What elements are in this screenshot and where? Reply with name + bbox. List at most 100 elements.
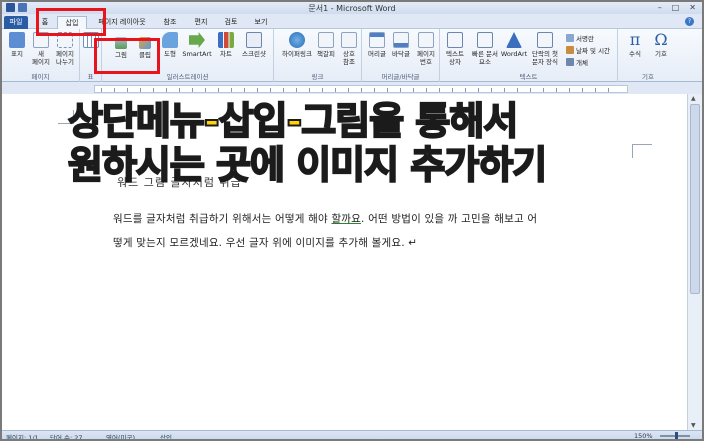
doc-paragraph[interactable]: 워드를 글자처럼 취급하기 위해서는 어떻게 해야 할까요. 어떤 방법이 있을… (113, 207, 638, 255)
highlight-picture-button (94, 38, 160, 74)
blank-page-button[interactable]: 새 페이지 (30, 32, 52, 66)
scroll-thumb[interactable] (690, 104, 700, 294)
footer-icon (393, 32, 409, 48)
ruler-tick (257, 88, 258, 92)
date-time-button[interactable]: 날짜 및 시간 (566, 45, 610, 55)
screenshot-button[interactable]: 스크린샷 (238, 32, 270, 58)
object-label: 개체 (576, 59, 588, 67)
hyperlink-label: 하이퍼링크 (282, 50, 312, 58)
screenshot-label: 스크린샷 (242, 50, 266, 58)
smartart-button[interactable]: SmartArt (182, 32, 212, 58)
shapes-label: 도형 (164, 50, 176, 58)
bookmark-button[interactable]: 책갈피 (314, 32, 338, 58)
ruler-tick (543, 88, 544, 92)
ruler-tick (478, 88, 479, 92)
cross-reference-button[interactable]: 상호 참조 (338, 32, 360, 66)
cover-page-icon (9, 32, 25, 48)
page-number-label-1: 페이지 (417, 50, 435, 58)
zoom-slider-handle[interactable] (675, 432, 678, 439)
smartart-icon (189, 32, 205, 48)
text-box-icon (447, 32, 463, 48)
ruler-tick (426, 88, 427, 92)
ruler-tick (140, 88, 141, 92)
blank-page-label-1: 새 (38, 50, 44, 58)
quick-parts-icon (477, 32, 493, 48)
ruler-tick (296, 88, 297, 92)
header-button[interactable]: 머리글 (366, 32, 388, 58)
ruler-tick (348, 88, 349, 92)
text-box-button[interactable]: 텍스트 상자 (442, 32, 468, 66)
screenshot-icon (246, 32, 262, 48)
status-insert-mode[interactable]: 삽입 (160, 432, 172, 439)
ruler-tick (400, 88, 401, 92)
tab-references[interactable]: 참조 (157, 16, 183, 29)
page-number-label-2: 번호 (420, 58, 432, 66)
equation-button[interactable]: π 수식 (624, 30, 646, 59)
document-page[interactable]: 워드 그림 글자처럼 취급 워드를 글자처럼 취급하기 위해서는 어떻게 해야 … (2, 94, 687, 430)
ribbon-tab-bar: 파일 홈 삽입 페이지 레이아웃 참조 편지 검토 보기 ? (2, 14, 702, 29)
signature-line-button[interactable]: 서명란 (566, 33, 594, 43)
ruler-tick (491, 88, 492, 92)
symbol-label: 기호 (655, 50, 667, 58)
tab-review[interactable]: 검토 (218, 16, 244, 29)
ruler-tick (504, 88, 505, 92)
pi-icon: π (629, 30, 641, 49)
word-window: 문서1 - Microsoft Word – □ ✕ 파일 홈 삽입 페이지 레… (0, 0, 704, 441)
tab-view[interactable]: 보기 (248, 16, 274, 29)
group-pages: 표지 새 페이지 페이지 나누기 페이지 (2, 29, 80, 82)
cover-page-button[interactable]: 표지 (6, 32, 28, 58)
window-controls: – □ ✕ (658, 3, 696, 12)
page-number-icon (418, 32, 434, 48)
group-links: 하이퍼링크 책갈피 상호 참조 링크 (274, 29, 362, 82)
horizontal-ruler[interactable] (2, 83, 702, 94)
minimize-button[interactable]: – (658, 3, 662, 12)
drop-cap-label-2: 문자 장식 (532, 58, 558, 66)
chart-label: 차트 (220, 50, 232, 58)
close-button[interactable]: ✕ (689, 3, 696, 12)
vertical-scrollbar[interactable]: ▲ ▼ (687, 94, 702, 430)
status-language[interactable]: 영어(미국) (106, 432, 135, 439)
bookmark-label: 책갈피 (317, 50, 335, 58)
group-symbols-label: 기호 (642, 73, 654, 81)
status-page[interactable]: 페이지: 1/1 (6, 432, 39, 439)
date-time-label: 날짜 및 시간 (576, 47, 611, 55)
ruler-tick (608, 88, 609, 92)
tab-file[interactable]: 파일 (4, 16, 28, 29)
group-links-label: 링크 (311, 73, 324, 81)
symbol-button[interactable]: Ω 기호 (650, 32, 672, 59)
quick-parts-button[interactable]: 빠른 문서 요소 (468, 32, 502, 66)
drop-cap-button[interactable]: 단락의 첫 문자 장식 (528, 32, 562, 66)
hyperlink-button[interactable]: 하이퍼링크 (280, 32, 314, 58)
equation-label: 수식 (629, 50, 641, 58)
maximize-button[interactable]: □ (672, 3, 680, 12)
group-pages-label: 페이지 (31, 73, 50, 81)
quick-parts-label-2: 요소 (479, 58, 491, 66)
ruler-tick (322, 88, 323, 92)
page-break-button[interactable]: 페이지 나누기 (52, 32, 78, 66)
wordart-button[interactable]: WordArt (500, 32, 528, 58)
ruler-tick (374, 88, 375, 92)
header-label: 머리글 (368, 50, 386, 58)
cross-reference-label-2: 참조 (343, 58, 355, 66)
footer-button[interactable]: 바닥글 (390, 32, 412, 58)
group-text: 텍스트 상자 빠른 문서 요소 WordArt 단락의 첫 문자 장식 서명란 (440, 29, 618, 82)
ruler-tick (556, 88, 557, 92)
zoom-level[interactable]: 150% (634, 432, 653, 439)
cross-reference-label-1: 상호 (343, 50, 355, 58)
tab-mailings[interactable]: 편지 (188, 16, 214, 29)
scroll-up-icon[interactable]: ▲ (691, 95, 696, 102)
ruler-bar (94, 85, 628, 93)
signature-icon (566, 34, 574, 42)
object-button[interactable]: 개체 (566, 57, 588, 67)
shapes-button[interactable]: 도형 (160, 32, 180, 58)
ruler-tick (517, 88, 518, 92)
group-symbols: π 수식 Ω 기호 기호 (618, 29, 678, 82)
page-number-button[interactable]: 페이지 번호 (414, 32, 438, 66)
scroll-down-icon[interactable]: ▼ (691, 422, 696, 429)
doc-text-grammar-mark: 할까요 (331, 213, 362, 225)
status-words[interactable]: 단어 수: 27 (50, 432, 83, 439)
ruler-tick (582, 88, 583, 92)
page-break-label-1: 페이지 (56, 50, 74, 58)
help-icon[interactable]: ? (685, 17, 694, 26)
chart-button[interactable]: 차트 (215, 32, 237, 58)
